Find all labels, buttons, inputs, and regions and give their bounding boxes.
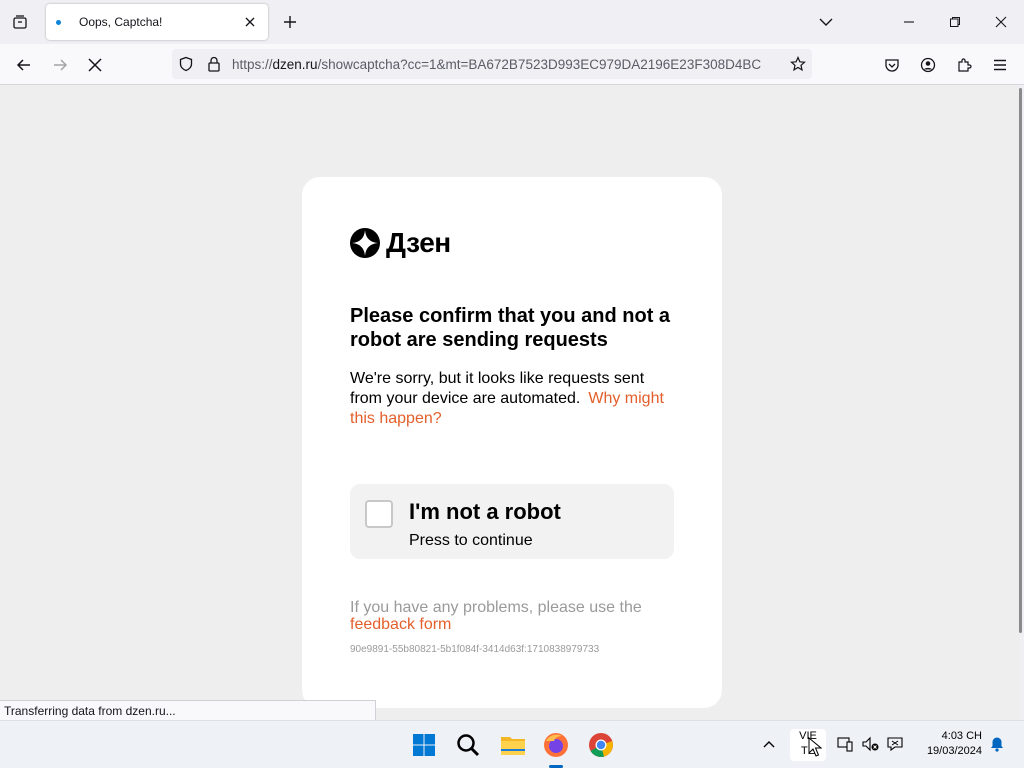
windows-start-icon[interactable] bbox=[408, 729, 440, 761]
notification-bell-icon[interactable] bbox=[986, 733, 1008, 755]
robot-title: I'm not a robot bbox=[409, 499, 561, 524]
page-heading: Please confirm that you and not a robot … bbox=[350, 305, 671, 351]
device-icon[interactable] bbox=[834, 733, 856, 755]
url-host: dzen.ru bbox=[272, 56, 318, 72]
robot-subtitle: Press to continue bbox=[409, 532, 533, 549]
status-bar: Transferring data from dzen.ru... bbox=[0, 700, 376, 721]
account-icon[interactable] bbox=[913, 50, 943, 80]
volume-muted-icon[interactable] bbox=[860, 733, 882, 755]
not-robot-button[interactable]: I'm not a robot Press to continue bbox=[350, 484, 674, 559]
chrome-icon[interactable] bbox=[585, 729, 617, 761]
mouse-cursor-icon bbox=[808, 737, 822, 757]
network-icon[interactable] bbox=[884, 733, 906, 755]
url-bar[interactable]: https://dzen.ru/showcaptcha?cc=1&mt=BA67… bbox=[172, 49, 812, 79]
dzen-logo: Дзен bbox=[350, 227, 451, 259]
robot-checkbox[interactable] bbox=[365, 500, 393, 528]
tab-strip: Oops, Captcha! bbox=[0, 0, 1024, 44]
tab-loading-icon bbox=[56, 19, 61, 25]
tab-list-icon[interactable] bbox=[6, 8, 34, 36]
problems-text: If you have any problems, please use the bbox=[350, 599, 642, 616]
chevron-down-icon[interactable] bbox=[810, 6, 842, 38]
url-path: /showcaptcha?cc=1&mt=BA672B7523D993EC979… bbox=[317, 56, 762, 72]
restore-icon[interactable] bbox=[939, 6, 971, 38]
url-text[interactable]: https://dzen.ru/showcaptcha?cc=1&mt=BA67… bbox=[232, 57, 784, 72]
dzen-star-icon bbox=[350, 228, 380, 258]
search-icon[interactable] bbox=[452, 729, 484, 761]
taskbar: VIE TE 4:03 CH 19/03/2024 bbox=[0, 720, 1024, 768]
forward-icon[interactable] bbox=[45, 50, 75, 80]
shield-icon[interactable] bbox=[172, 50, 200, 78]
extensions-icon[interactable] bbox=[949, 50, 979, 80]
firefox-icon[interactable] bbox=[540, 729, 572, 761]
tab-active[interactable]: Oops, Captcha! bbox=[46, 4, 268, 40]
bookmark-star-icon[interactable] bbox=[784, 50, 812, 78]
system-clock[interactable]: 4:03 CH 19/03/2024 bbox=[910, 729, 982, 759]
description: We're sorry, but it looks like requests … bbox=[350, 369, 670, 429]
file-explorer-icon[interactable] bbox=[497, 729, 529, 761]
clock-date: 19/03/2024 bbox=[926, 745, 982, 757]
scrollbar[interactable] bbox=[1019, 88, 1022, 633]
feedback-link[interactable]: feedback form bbox=[350, 616, 451, 633]
nav-bar: https://dzen.ru/showcaptcha?cc=1&mt=BA67… bbox=[0, 44, 1024, 85]
close-tab-icon[interactable] bbox=[240, 12, 260, 32]
request-token: 90e9891-55b80821-5b1f084f-3414d63f:17108… bbox=[350, 644, 600, 655]
new-tab-icon[interactable] bbox=[278, 10, 302, 34]
logo-text: Дзен bbox=[386, 227, 451, 258]
url-scheme: https:// bbox=[232, 56, 273, 72]
stop-icon[interactable] bbox=[80, 50, 110, 80]
menu-icon[interactable] bbox=[985, 50, 1015, 80]
clock-time: 4:03 CH bbox=[941, 730, 982, 742]
minimize-icon[interactable] bbox=[893, 6, 925, 38]
back-icon[interactable] bbox=[9, 50, 39, 80]
captcha-card: Дзен Please confirm that you and not a r… bbox=[302, 177, 722, 708]
problems-note: If you have any problems, please use the… bbox=[350, 599, 650, 633]
close-window-icon[interactable] bbox=[985, 6, 1017, 38]
tab-title: Oops, Captcha! bbox=[79, 15, 163, 29]
lock-icon[interactable] bbox=[200, 50, 228, 78]
pocket-icon[interactable] bbox=[877, 50, 907, 80]
tray-chevron-up-icon[interactable] bbox=[758, 733, 780, 755]
